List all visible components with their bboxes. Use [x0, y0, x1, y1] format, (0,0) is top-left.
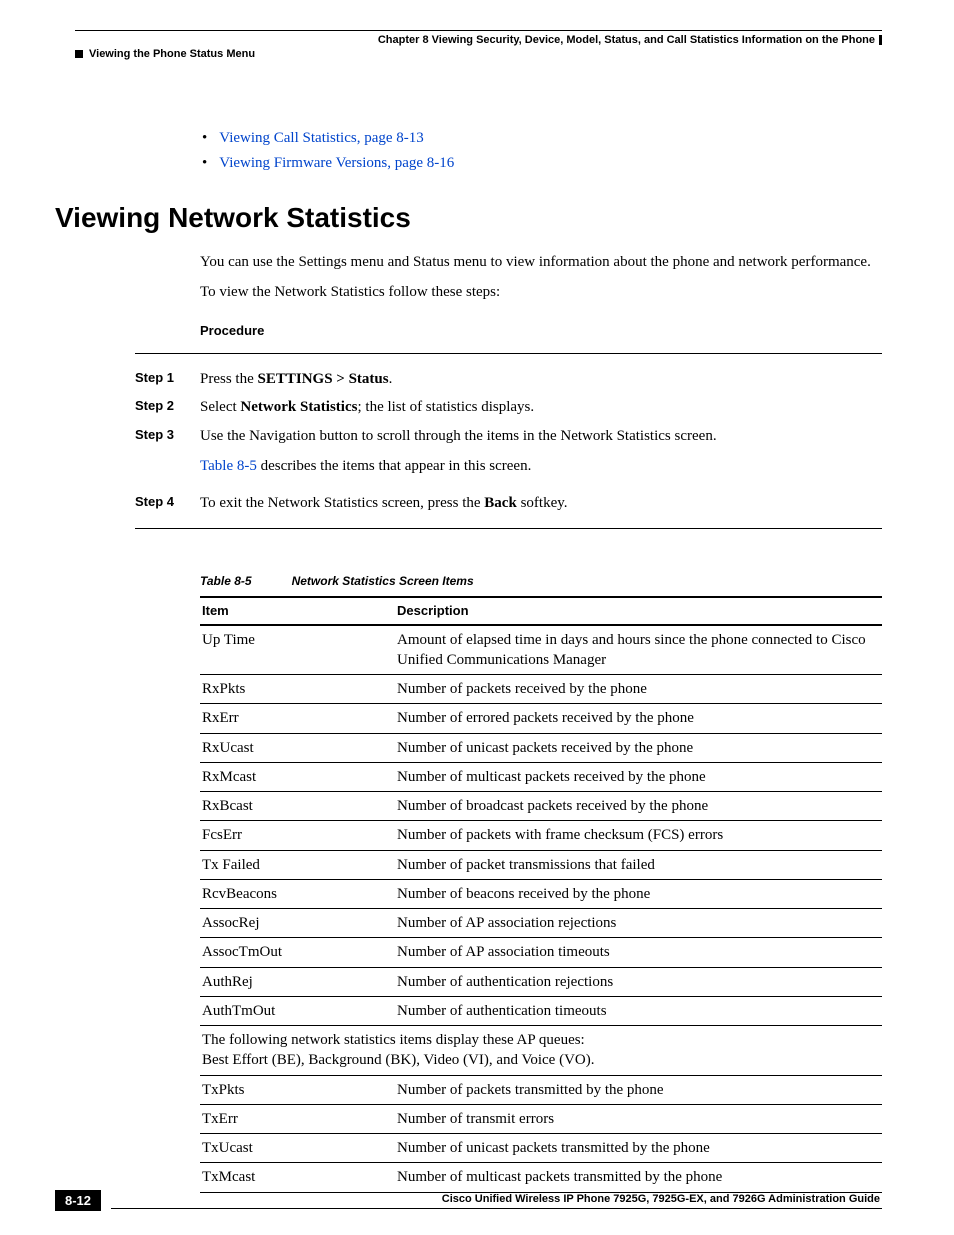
step-label: Step 1	[135, 368, 200, 391]
item-cell: RxBcast	[200, 792, 395, 821]
table-note: The following network statistics items d…	[200, 1026, 882, 1076]
description-cell: Number of broadcast packets received by …	[395, 792, 882, 821]
intro-paragraph: You can use the Settings menu and Status…	[200, 252, 882, 272]
item-cell: RxPkts	[200, 675, 395, 704]
table-row: RxMcastNumber of multicast packets recei…	[200, 762, 882, 791]
item-cell: FcsErr	[200, 821, 395, 850]
table-row: TxErrNumber of transmit errors	[200, 1104, 882, 1133]
link-table-ref[interactable]: Table 8-5	[200, 458, 257, 474]
description-cell: Number of authentication timeouts	[395, 996, 882, 1025]
item-cell: RxErr	[200, 704, 395, 733]
table-row: AuthRejNumber of authentication rejectio…	[200, 967, 882, 996]
description-cell: Number of errored packets received by th…	[395, 704, 882, 733]
table-row: RxUcastNumber of unicast packets receive…	[200, 733, 882, 762]
item-cell: Tx Failed	[200, 850, 395, 879]
item-cell: TxUcast	[200, 1134, 395, 1163]
page-number: 8-12	[55, 1190, 101, 1211]
description-cell: Number of packets with frame checksum (F…	[395, 821, 882, 850]
description-cell: Number of AP association timeouts	[395, 938, 882, 967]
step-row: Step 1 Press the SETTINGS > Status.	[135, 368, 882, 391]
table-header-row: Item Description	[200, 597, 882, 625]
page-header: Chapter 8 Viewing Security, Device, Mode…	[75, 30, 882, 60]
description-cell: Number of packet transmissions that fail…	[395, 850, 882, 879]
procedure-heading: Procedure	[200, 323, 882, 338]
column-header: Item	[200, 597, 395, 625]
header-section: Viewing the Phone Status Menu	[75, 48, 882, 60]
description-cell: Number of AP association rejections	[395, 909, 882, 938]
table-row: RxBcastNumber of broadcast packets recei…	[200, 792, 882, 821]
step-body: Press the SETTINGS > Status.	[200, 368, 882, 391]
column-header: Description	[395, 597, 882, 625]
related-links-list: Viewing Call Statistics, page 8-13 Viewi…	[200, 130, 882, 172]
page-footer: 8-12 Cisco Unified Wireless IP Phone 792…	[55, 1190, 882, 1211]
header-marker-icon	[75, 50, 83, 58]
procedure-steps: Step 1 Press the SETTINGS > Status. Step…	[135, 353, 882, 530]
table-row: RxPktsNumber of packets received by the …	[200, 675, 882, 704]
item-cell: TxPkts	[200, 1075, 395, 1104]
item-cell: TxErr	[200, 1104, 395, 1133]
description-cell: Amount of elapsed time in days and hours…	[395, 625, 882, 675]
item-cell: AuthTmOut	[200, 996, 395, 1025]
table-row: AssocRejNumber of AP association rejecti…	[200, 909, 882, 938]
step-body: Select Network Statistics; the list of s…	[200, 396, 882, 419]
table-span-row: The following network statistics items d…	[200, 1026, 882, 1076]
item-cell: AuthRej	[200, 967, 395, 996]
link-firmware-versions[interactable]: Viewing Firmware Versions, page 8-16	[219, 155, 454, 172]
table-row: RcvBeaconsNumber of beacons received by …	[200, 879, 882, 908]
description-cell: Number of unicast packets received by th…	[395, 733, 882, 762]
list-item: Viewing Call Statistics, page 8-13	[200, 130, 882, 147]
description-cell: Number of beacons received by the phone	[395, 879, 882, 908]
description-cell: Number of transmit errors	[395, 1104, 882, 1133]
item-cell: Up Time	[200, 625, 395, 675]
item-cell: RxMcast	[200, 762, 395, 791]
link-call-statistics[interactable]: Viewing Call Statistics, page 8-13	[219, 130, 424, 147]
table-row: TxUcastNumber of unicast packets transmi…	[200, 1134, 882, 1163]
item-cell: RcvBeacons	[200, 879, 395, 908]
step-body: To exit the Network Statistics screen, p…	[200, 492, 882, 515]
table-row: TxMcastNumber of multicast packets trans…	[200, 1163, 882, 1192]
description-cell: Number of unicast packets transmitted by…	[395, 1134, 882, 1163]
intro-paragraph: To view the Network Statistics follow th…	[200, 282, 882, 302]
description-cell: Number of packets transmitted by the pho…	[395, 1075, 882, 1104]
step-label: Step 4	[135, 492, 200, 515]
step-row: Step 4 To exit the Network Statistics sc…	[135, 492, 882, 515]
table-row: TxPktsNumber of packets transmitted by t…	[200, 1075, 882, 1104]
item-cell: AssocRej	[200, 909, 395, 938]
step-row: Step 2 Select Network Statistics; the li…	[135, 396, 882, 419]
description-cell: Number of multicast packets received by …	[395, 762, 882, 791]
table-row: AuthTmOutNumber of authentication timeou…	[200, 996, 882, 1025]
item-cell: RxUcast	[200, 733, 395, 762]
step-body: Use the Navigation button to scroll thro…	[200, 425, 882, 486]
description-cell: Number of multicast packets transmitted …	[395, 1163, 882, 1192]
table-row: Up TimeAmount of elapsed time in days an…	[200, 625, 882, 675]
step-label: Step 2	[135, 396, 200, 419]
description-cell: Number of authentication rejections	[395, 967, 882, 996]
footer-doc-title: Cisco Unified Wireless IP Phone 7925G, 7…	[111, 1193, 880, 1205]
table-row: Tx FailedNumber of packet transmissions …	[200, 850, 882, 879]
section-heading: Viewing Network Statistics	[55, 202, 882, 234]
table-row: FcsErrNumber of packets with frame check…	[200, 821, 882, 850]
item-cell: TxMcast	[200, 1163, 395, 1192]
list-item: Viewing Firmware Versions, page 8-16	[200, 155, 882, 172]
item-cell: AssocTmOut	[200, 938, 395, 967]
table-row: RxErrNumber of errored packets received …	[200, 704, 882, 733]
network-statistics-table: Item Description Up TimeAmount of elapse…	[200, 596, 882, 1193]
step-row: Step 3 Use the Navigation button to scro…	[135, 425, 882, 486]
description-cell: Number of packets received by the phone	[395, 675, 882, 704]
table-row: AssocTmOutNumber of AP association timeo…	[200, 938, 882, 967]
header-chapter: Chapter 8 Viewing Security, Device, Mode…	[75, 34, 882, 46]
step-label: Step 3	[135, 425, 200, 486]
table-caption: Table 8-5Network Statistics Screen Items	[200, 574, 882, 588]
